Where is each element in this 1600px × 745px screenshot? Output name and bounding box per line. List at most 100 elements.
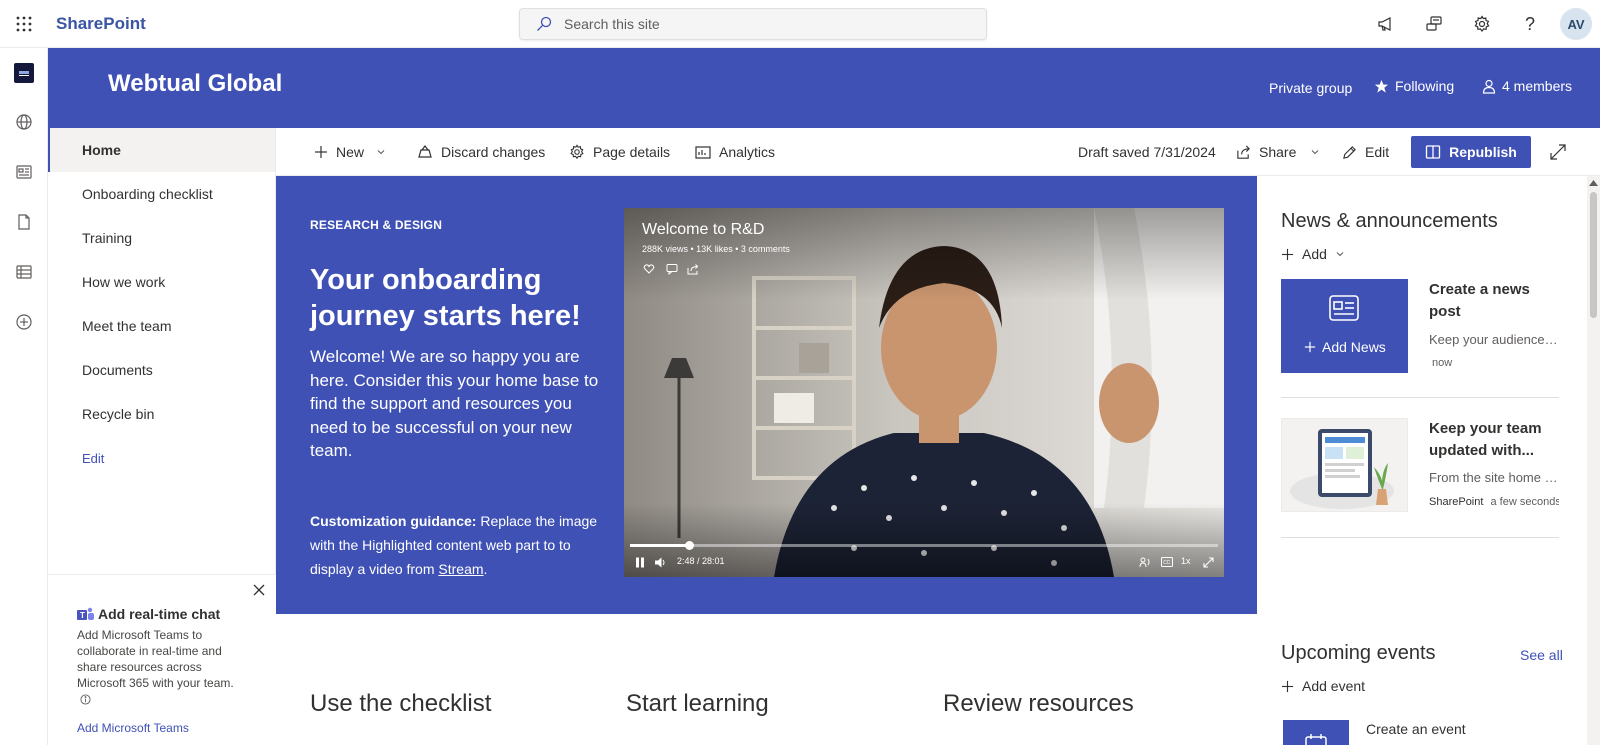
scrollbar-thumb[interactable] — [1590, 192, 1597, 318]
captions-icon[interactable]: CC — [1160, 555, 1174, 569]
chat-card-body-text: Add Microsoft Teams to collaborate in re… — [77, 628, 234, 690]
globe-icon[interactable] — [12, 110, 36, 134]
share-video-icon[interactable] — [686, 262, 700, 276]
video-scrubber-handle[interactable] — [684, 541, 694, 550]
create-plus-icon[interactable] — [12, 310, 36, 334]
news-item-2-desc: From the site home page — [1429, 470, 1559, 485]
chevron-down-icon — [1310, 147, 1320, 157]
book-icon — [1425, 144, 1441, 160]
playback-speed-button[interactable]: 1x — [1181, 556, 1191, 566]
search-input[interactable] — [564, 16, 944, 32]
news-item-2-author: SharePoint — [1429, 496, 1484, 508]
analytics-icon — [695, 144, 711, 160]
add-news-tile-text: Add News — [1322, 339, 1386, 355]
page-details-label: Page details — [593, 144, 671, 160]
video-progress-fill — [630, 544, 689, 547]
chevron-down-icon — [1335, 249, 1345, 259]
nav-item-home[interactable]: Home — [48, 128, 275, 172]
video-stats: 288K views • 13K likes • 3 comments — [642, 244, 790, 254]
new-label: New — [336, 144, 365, 160]
document-icon[interactable] — [12, 210, 36, 234]
nav-item-recycle-bin[interactable]: Recycle bin — [48, 392, 275, 436]
video-player[interactable] — [624, 208, 1224, 577]
megaphone-icon[interactable] — [1374, 12, 1398, 36]
site-title[interactable]: Webtual Global — [108, 70, 282, 98]
discard-changes-button[interactable]: Discard changes — [417, 140, 545, 164]
sharepoint-brand-link[interactable]: SharePoint — [56, 14, 146, 34]
teams-icon: T — [77, 607, 95, 623]
events-heading: Upcoming events — [1281, 642, 1436, 664]
newspaper-icon — [1329, 295, 1359, 321]
pause-icon[interactable] — [633, 555, 647, 569]
nav-item-meet-the-team[interactable]: Meet the team — [48, 304, 275, 348]
edit-label: Edit — [1365, 144, 1390, 160]
help-icon[interactable]: ? — [1518, 12, 1542, 36]
video-frame-image — [624, 208, 1224, 577]
republish-button[interactable]: Republish — [1411, 136, 1531, 168]
plus-icon — [1304, 341, 1316, 353]
guidance-label: Customization guidance: — [310, 513, 477, 529]
chat-card-title: Add real-time chat — [98, 606, 221, 622]
news-icon[interactable] — [12, 160, 36, 184]
search-icon — [536, 16, 552, 32]
chevron-down-icon — [376, 147, 386, 157]
expand-icon[interactable] — [1549, 143, 1567, 161]
share-button[interactable]: Share — [1236, 140, 1320, 164]
page-details-button[interactable]: Page details — [569, 140, 670, 164]
share-label: Share — [1259, 144, 1297, 160]
news-heading: News & announcements — [1281, 210, 1498, 232]
comment-icon[interactable] — [665, 262, 679, 276]
see-all-events-link[interactable]: See all — [1520, 647, 1563, 663]
tablet-illustration-icon — [1290, 429, 1394, 509]
nav-item-documents[interactable]: Documents — [48, 348, 275, 392]
settings-gear-icon[interactable] — [1470, 12, 1494, 36]
gear-icon — [569, 144, 585, 160]
nav-item-onboarding-checklist[interactable]: Onboarding checklist — [48, 172, 275, 216]
create-event-item[interactable]: Create an event — [1366, 721, 1466, 737]
new-button[interactable]: New — [314, 140, 386, 164]
list-icon[interactable] — [12, 260, 36, 284]
audio-description-icon[interactable] — [1138, 555, 1152, 569]
discard-label: Discard changes — [441, 144, 546, 160]
stream-link[interactable]: Stream — [438, 561, 483, 577]
edit-page-button[interactable]: Edit — [1342, 140, 1389, 164]
feedback-icon[interactable] — [1422, 12, 1446, 36]
site-search-box[interactable] — [519, 8, 987, 40]
news-divider — [1281, 397, 1559, 398]
video-progress-track[interactable] — [630, 544, 1218, 547]
privacy-text: Private group — [1269, 80, 1353, 96]
add-event-button[interactable]: Add event — [1281, 678, 1365, 694]
customization-guidance: Customization guidance: Replace the imag… — [310, 509, 600, 581]
like-heart-icon[interactable] — [642, 262, 656, 276]
nav-edit-link[interactable]: Edit — [48, 436, 275, 480]
nav-item-how-we-work[interactable]: How we work — [48, 260, 275, 304]
hero-body: Welcome! We are so happy you are here. C… — [310, 347, 599, 460]
volume-icon[interactable] — [653, 555, 667, 569]
following-button[interactable]: Following — [1374, 78, 1454, 94]
news-item-2-headline[interactable]: Keep your team updated with... — [1429, 418, 1559, 462]
add-news-tile[interactable] — [1281, 279, 1408, 373]
add-news-dropdown[interactable]: Add — [1281, 246, 1345, 262]
review-resources-heading: Review resources — [943, 690, 1134, 717]
star-icon — [1374, 79, 1389, 94]
news-item-1-headline[interactable]: Create a news post — [1429, 279, 1559, 323]
privacy-label: Private group — [1269, 80, 1352, 96]
news-item-2-time: a few seconds ago — [1490, 496, 1560, 508]
news-item-1-desc: Keep your audience engaged — [1429, 332, 1559, 347]
fullscreen-icon[interactable] — [1201, 555, 1215, 569]
calendar-tile[interactable] — [1283, 720, 1349, 745]
user-avatar[interactable]: AV — [1560, 8, 1592, 40]
add-microsoft-teams-link[interactable]: Add Microsoft Teams — [77, 721, 189, 735]
hero-title: Your onboarding journey starts here! — [310, 264, 581, 332]
app-launcher-icon[interactable] — [12, 12, 36, 36]
republish-label: Republish — [1449, 144, 1517, 160]
scroll-up-arrow-icon[interactable] — [1589, 180, 1598, 186]
draft-status-text: Draft saved 7/31/2024 — [1078, 144, 1216, 160]
info-icon[interactable] — [80, 694, 91, 705]
analytics-button[interactable]: Analytics — [695, 140, 775, 164]
members-button[interactable]: 4 members — [1482, 78, 1572, 94]
nav-item-training[interactable]: Training — [48, 216, 275, 260]
close-icon[interactable] — [252, 583, 266, 597]
site-logo-icon[interactable] — [14, 63, 34, 83]
news-item-2-thumbnail[interactable] — [1281, 418, 1408, 512]
